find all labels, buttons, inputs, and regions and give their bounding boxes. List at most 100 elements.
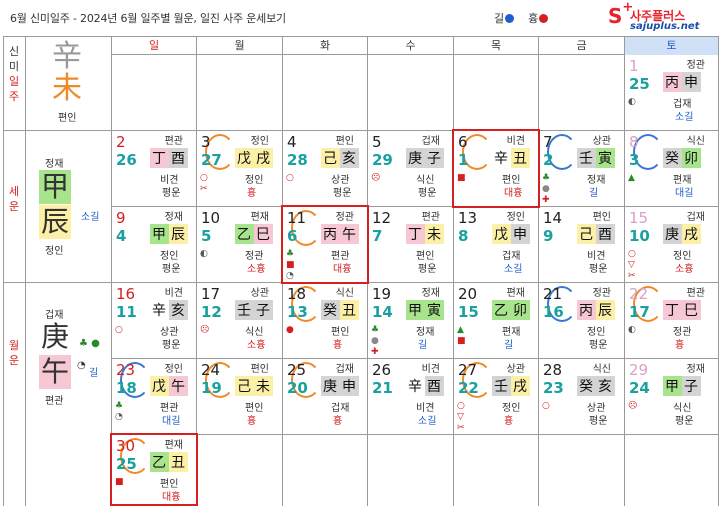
- solar-date: 20: [458, 285, 478, 303]
- pillar-branch: 子: [254, 300, 273, 320]
- solar-date: 27: [458, 361, 478, 379]
- mark-icon: ♣: [286, 249, 295, 259]
- seun-branch: 辰: [39, 205, 71, 239]
- day-cell[interactable]: 9 4 정재 甲辰 정인 평운: [112, 207, 196, 282]
- day-marks: ■: [457, 173, 466, 184]
- ilju-branch: 未: [52, 71, 82, 106]
- day-cell[interactable]: 11 6 정관 丙午 편관 대흉 ♣ ■ ◔: [283, 207, 367, 282]
- pillar-stem: 丁: [150, 148, 169, 168]
- wolun-pillar: 겁재 庚 午 편관 ♣ ● ◔ 길: [25, 282, 111, 506]
- day-pillar: 壬戌: [492, 376, 530, 396]
- day-cell[interactable]: 20 15 편재 乙卯 편재 길 ▲ ■: [454, 283, 538, 358]
- pillar-branch: 辰: [169, 224, 188, 244]
- fortune-label: 흉: [333, 340, 343, 351]
- pillar-stem: 壬: [577, 148, 596, 168]
- mark-icon: ●: [371, 336, 379, 346]
- stem-god: 정관: [686, 60, 705, 71]
- day-marks: ◐: [628, 97, 636, 108]
- day-cell[interactable]: 17 12 상관 壬子 식신 소흉 ☹: [197, 283, 282, 358]
- pillar-branch: 巳: [682, 300, 701, 320]
- mark-icon: ○: [457, 401, 465, 411]
- lunar-date: 1: [458, 151, 469, 169]
- day-marks: ◐: [200, 249, 208, 260]
- day-marks: ☹: [200, 325, 209, 336]
- day-cell[interactable]: 4 28 편인 己亥 상관 평운 ○: [283, 131, 367, 206]
- weekday-header: 금: [576, 39, 587, 52]
- day-marks: ○: [542, 401, 550, 412]
- day-cell[interactable]: 21 16 정관 丙辰 정인 평운: [539, 283, 624, 358]
- solar-date: 5: [372, 133, 382, 151]
- day-cell[interactable]: 27 22 상관 壬戌 정인 흉 ○ ▽ ✂: [454, 359, 538, 434]
- day-cell[interactable]: 1 25 정관 丙申 겁재 소길 ◐: [625, 55, 718, 130]
- lunar-date: 19: [201, 379, 222, 397]
- stem-god: 정재: [686, 364, 705, 375]
- day-cell[interactable]: 13 8 정인 戊申 겁재 소길: [454, 207, 538, 282]
- fortune-label: 소흉: [675, 264, 694, 275]
- day-cell[interactable]: 5 29 겁재 庚子 식신 평운 ☹: [368, 131, 453, 206]
- day-cell[interactable]: 2 26 편관 丁酉 비견 평운: [112, 131, 196, 206]
- day-cell[interactable]: 22 17 편관 丁巳 정관 흉 ◐: [625, 283, 718, 358]
- day-cell[interactable]: 10 5 편재 乙巳 정관 소흉 ◐: [197, 207, 282, 282]
- day-cell[interactable]: 30 25 편재 乙丑 편인 대흉 ■: [112, 435, 196, 506]
- day-cell[interactable]: 24 19 편인 己未 편인 흉: [197, 359, 282, 434]
- fortune-label: 소흉: [247, 264, 266, 275]
- pillar-stem: 癸: [577, 376, 596, 396]
- stem-god: 편재: [164, 440, 183, 451]
- lunar-date: 11: [116, 303, 137, 321]
- page-title: 6월 신미일주 - 2024년 6월 일주별 월운, 일진 사주 운세보기: [10, 12, 286, 25]
- pillar-branch: 巳: [254, 224, 273, 244]
- day-cell[interactable]: 23 18 정인 戊午 편관 대길 ♣ ◔: [112, 359, 196, 434]
- day-cell[interactable]: 25 20 겁재 庚申 겁재 흉: [283, 359, 367, 434]
- stem-god: 편인: [335, 136, 354, 147]
- day-cell[interactable]: 6 1 비견 辛丑 편인 대흉 ■: [454, 131, 538, 206]
- site-logo[interactable]: S+ 사주플러스 sajuplus.net: [608, 0, 718, 34]
- pillar-branch: 戌: [254, 148, 273, 168]
- mark-icon: ○: [542, 401, 550, 411]
- seun-stem: 甲: [39, 170, 71, 204]
- day-cell[interactable]: 18 13 식신 癸丑 편인 흉 ●: [283, 283, 367, 358]
- day-marks: ○: [286, 173, 294, 184]
- day-marks: ◐: [628, 325, 636, 336]
- day-marks: ☹: [628, 401, 637, 412]
- ilju-branch-god: 편인: [58, 113, 77, 124]
- day-cell[interactable]: 28 23 식신 癸亥 상관 평운 ○: [539, 359, 624, 434]
- mark-icon: ●: [542, 184, 550, 194]
- day-cell[interactable]: 12 7 편관 丁未 편인 평운: [368, 207, 453, 282]
- day-cell[interactable]: 8 3 식신 癸卯 편재 대길 ▲: [625, 131, 718, 206]
- fortune-label: 평운: [162, 340, 181, 351]
- day-marks: ○ ▽ ✂: [457, 401, 465, 434]
- solar-date: 1: [629, 57, 639, 75]
- day-cell[interactable]: 15 10 겁재 庚戌 정인 소흉 ○ ▽ ✂: [625, 207, 718, 282]
- logo-url[interactable]: sajuplus.net: [630, 21, 699, 32]
- day-cell[interactable]: 19 14 정재 甲寅 정재 길 ♣ ● ✚: [368, 283, 453, 358]
- stem-god: 편재: [250, 212, 269, 223]
- fortune-label: 대흉: [333, 264, 352, 275]
- pillar-stem: 戊: [150, 376, 169, 396]
- lunar-date: 25: [116, 455, 137, 473]
- day-cell[interactable]: 14 9 편인 己酉 비견 평운: [539, 207, 624, 282]
- day-marks: ○ ▽ ✂: [628, 249, 636, 282]
- pillar-branch: 戌: [511, 376, 530, 396]
- day-pillar: 丙辰: [577, 300, 615, 320]
- day-cell[interactable]: 3 27 정인 戊戌 정인 흉 ○ ✂: [197, 131, 282, 206]
- lunar-date: 26: [116, 151, 137, 169]
- pillar-stem: 戊: [235, 148, 254, 168]
- day-cell[interactable]: 16 11 비견 辛亥 상관 평운 ○: [112, 283, 196, 358]
- day-cell[interactable]: 29 24 정재 甲子 식신 평운 ☹: [625, 359, 718, 434]
- day-cell[interactable]: 7 2 상관 壬寅 정재 길 ♣ ● ✚: [539, 131, 624, 206]
- weekday-header: 목: [490, 39, 502, 52]
- lunar-date: 15: [458, 303, 479, 321]
- solar-date: 14: [543, 209, 563, 227]
- day-pillar: 丙申: [663, 72, 701, 92]
- day-pillar: 丁未: [406, 224, 444, 244]
- wolun-marks-icon: ♣ ●: [79, 338, 100, 349]
- fortune-label: 흉: [247, 188, 257, 199]
- day-cell[interactable]: 26 21 비견 辛酉 비견 소길: [368, 359, 453, 434]
- fortune-label: 평운: [418, 188, 437, 199]
- stem-god: 편관: [421, 212, 440, 223]
- day-marks: ♣ ■ ◔: [286, 249, 295, 282]
- day-pillar: 乙丑: [150, 452, 188, 472]
- solar-date: 26: [372, 361, 392, 379]
- stem-god: 편인: [592, 212, 611, 223]
- solar-date: 19: [372, 285, 392, 303]
